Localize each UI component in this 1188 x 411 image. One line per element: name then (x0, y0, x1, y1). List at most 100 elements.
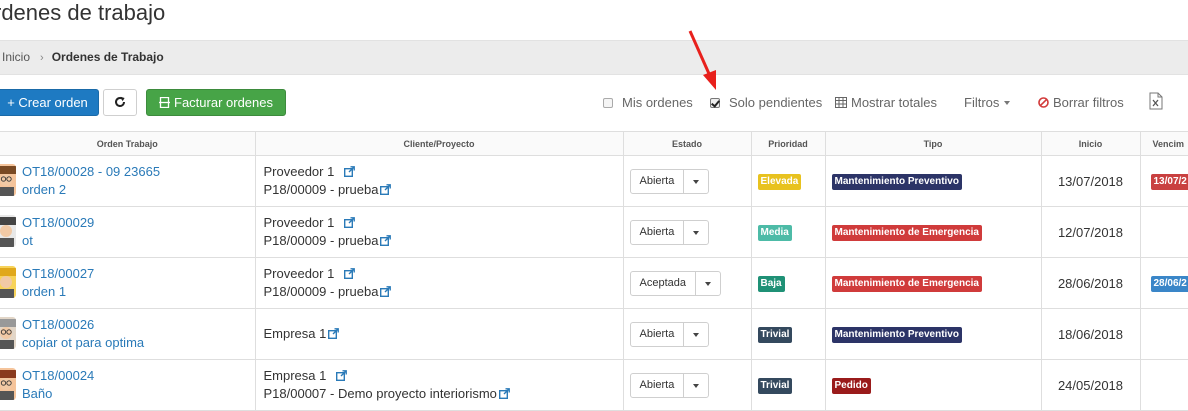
estado-label[interactable]: Abierta (631, 374, 685, 397)
order-code-link[interactable]: OT18/00028 - 09 23665 (22, 163, 255, 181)
estado-toggle[interactable] (684, 374, 708, 397)
tipo-badge: Mantenimiento de Emergencia (832, 276, 982, 292)
cliente-line: Empresa 1 (264, 325, 623, 343)
prioridad-badge: Trivial (758, 378, 793, 394)
breadcrumb-current: Ordenes de Trabajo (52, 50, 164, 64)
estado-label[interactable]: Abierta (631, 221, 685, 244)
breadcrumb-home[interactable]: Inicio (2, 50, 30, 64)
cliente-cell: Empresa 1 (255, 309, 623, 360)
refresh-button[interactable] (103, 89, 137, 116)
estado-toggle[interactable] (684, 221, 708, 244)
external-link-icon[interactable] (344, 166, 355, 177)
filtros-dropdown[interactable]: Filtros (964, 95, 1010, 111)
header-cliente[interactable]: Cliente/Proyecto (255, 132, 623, 156)
proyecto-line: P18/00009 - prueba (264, 283, 623, 301)
estado-toggle[interactable] (684, 170, 708, 193)
mis-ordenes-checkbox[interactable]: Mis ordenes (603, 95, 693, 111)
create-order-button[interactable]: + Crear orden (0, 89, 99, 116)
header-vencimiento[interactable]: Vencim (1140, 132, 1188, 156)
order-name-link[interactable]: copiar ot para optima (22, 334, 255, 352)
header-prioridad[interactable]: Prioridad (751, 132, 825, 156)
caret-down-icon (693, 384, 699, 388)
header-estado[interactable]: Estado (623, 132, 751, 156)
checkbox-unchecked-icon (603, 98, 613, 108)
avatar (0, 215, 16, 247)
inicio-date: 18/06/2018 (1041, 309, 1140, 360)
table-row[interactable]: OT18/00026copiar ot para optima Empresa 1… (0, 309, 1188, 360)
external-link-icon[interactable] (344, 268, 355, 279)
estado-dropdown[interactable]: Abierta (630, 169, 710, 194)
excel-export-button[interactable] (1149, 92, 1163, 114)
ban-icon (1038, 97, 1049, 108)
external-link-icon[interactable] (328, 328, 339, 339)
order-code-link[interactable]: OT18/00026 (22, 316, 255, 334)
tipo-cell: Pedido (825, 360, 1041, 411)
header-inicio[interactable]: Inicio (1041, 132, 1140, 156)
table-row[interactable]: OT18/00027orden 1Proveedor 1 P18/00009 -… (0, 258, 1188, 309)
table-icon (835, 97, 847, 108)
estado-toggle[interactable] (696, 272, 720, 295)
borrar-filtros-label: Borrar filtros (1053, 95, 1124, 110)
solo-pendientes-checkbox[interactable]: Solo pendientes (710, 95, 822, 111)
order-name-link[interactable]: ot (22, 232, 255, 250)
orden-cell: OT18/00028 - 09 23665orden 2 (0, 156, 255, 207)
external-link-icon[interactable] (380, 286, 391, 297)
estado-dropdown[interactable]: Aceptada (630, 271, 721, 296)
excel-export-icon (1149, 92, 1163, 110)
caret-down-icon (693, 231, 699, 235)
estado-dropdown[interactable]: Abierta (630, 373, 710, 398)
external-link-icon[interactable] (499, 388, 510, 399)
estado-toggle[interactable] (684, 323, 708, 346)
cliente-cell: Proveedor 1 P18/00009 - prueba (255, 258, 623, 309)
estado-dropdown[interactable]: Abierta (630, 322, 710, 347)
invoice-orders-label: Facturar ordenes (174, 95, 273, 110)
header-orden[interactable]: Orden Trabajo (0, 132, 255, 156)
table-row[interactable]: OT18/00028 - 09 23665orden 2Proveedor 1 … (0, 156, 1188, 207)
orden-cell: OT18/00024Baño (0, 360, 255, 411)
vencimiento-badge: 28/06/2 (1151, 276, 1188, 292)
prioridad-badge: Elevada (758, 174, 802, 190)
caret-down-icon (705, 282, 711, 286)
prioridad-cell: Media (751, 207, 825, 258)
estado-label[interactable]: Abierta (631, 323, 685, 346)
inicio-date: 28/06/2018 (1041, 258, 1140, 309)
table-row[interactable]: OT18/00029otProveedor 1 P18/00009 - prue… (0, 207, 1188, 258)
external-link-icon[interactable] (380, 235, 391, 246)
estado-dropdown[interactable]: Abierta (630, 220, 710, 245)
header-tipo[interactable]: Tipo (825, 132, 1041, 156)
avatar (0, 317, 16, 349)
cliente-line: Empresa 1 (264, 367, 623, 385)
tipo-badge: Mantenimiento Preventivo (832, 327, 962, 343)
prioridad-cell: Trivial (751, 309, 825, 360)
breadcrumb: Inicio›Ordenes de Trabajo (0, 40, 1188, 75)
order-name-link[interactable]: Baño (22, 385, 255, 403)
estado-cell: Abierta (623, 156, 751, 207)
order-code-link[interactable]: OT18/00024 (22, 367, 255, 385)
page-title: rdenes de trabajo (0, 0, 165, 26)
borrar-filtros-button[interactable]: Borrar filtros (1038, 95, 1124, 111)
estado-label[interactable]: Aceptada (631, 272, 696, 295)
order-name-link[interactable]: orden 1 (22, 283, 255, 301)
vencimiento-cell: 28/06/2 (1140, 258, 1188, 309)
cliente-name: Empresa 1 (264, 368, 327, 383)
estado-cell: Abierta (623, 309, 751, 360)
invoice-orders-button[interactable]: Facturar ordenes (146, 89, 286, 116)
order-code-link[interactable]: OT18/00029 (22, 214, 255, 232)
external-link-icon[interactable] (336, 370, 347, 381)
tipo-cell: Mantenimiento de Emergencia (825, 207, 1041, 258)
prioridad-badge: Media (758, 225, 792, 241)
orden-cell: OT18/00027orden 1 (0, 258, 255, 309)
mostrar-totales-button[interactable]: Mostrar totales (835, 95, 937, 111)
external-link-icon[interactable] (344, 217, 355, 228)
orden-cell: OT18/00029ot (0, 207, 255, 258)
estado-label[interactable]: Abierta (631, 170, 685, 193)
order-name-link[interactable]: orden 2 (22, 181, 255, 199)
external-link-icon[interactable] (380, 184, 391, 195)
checkbox-checked-icon (710, 98, 720, 108)
table-row[interactable]: OT18/00024BañoEmpresa 1 P18/00007 - Demo… (0, 360, 1188, 411)
cliente-name: Empresa 1 (264, 326, 327, 341)
proyecto-name: P18/00009 - prueba (264, 182, 379, 197)
vencimiento-badge: 13/07/2 (1151, 174, 1188, 190)
prioridad-cell: Trivial (751, 360, 825, 411)
order-code-link[interactable]: OT18/00027 (22, 265, 255, 283)
